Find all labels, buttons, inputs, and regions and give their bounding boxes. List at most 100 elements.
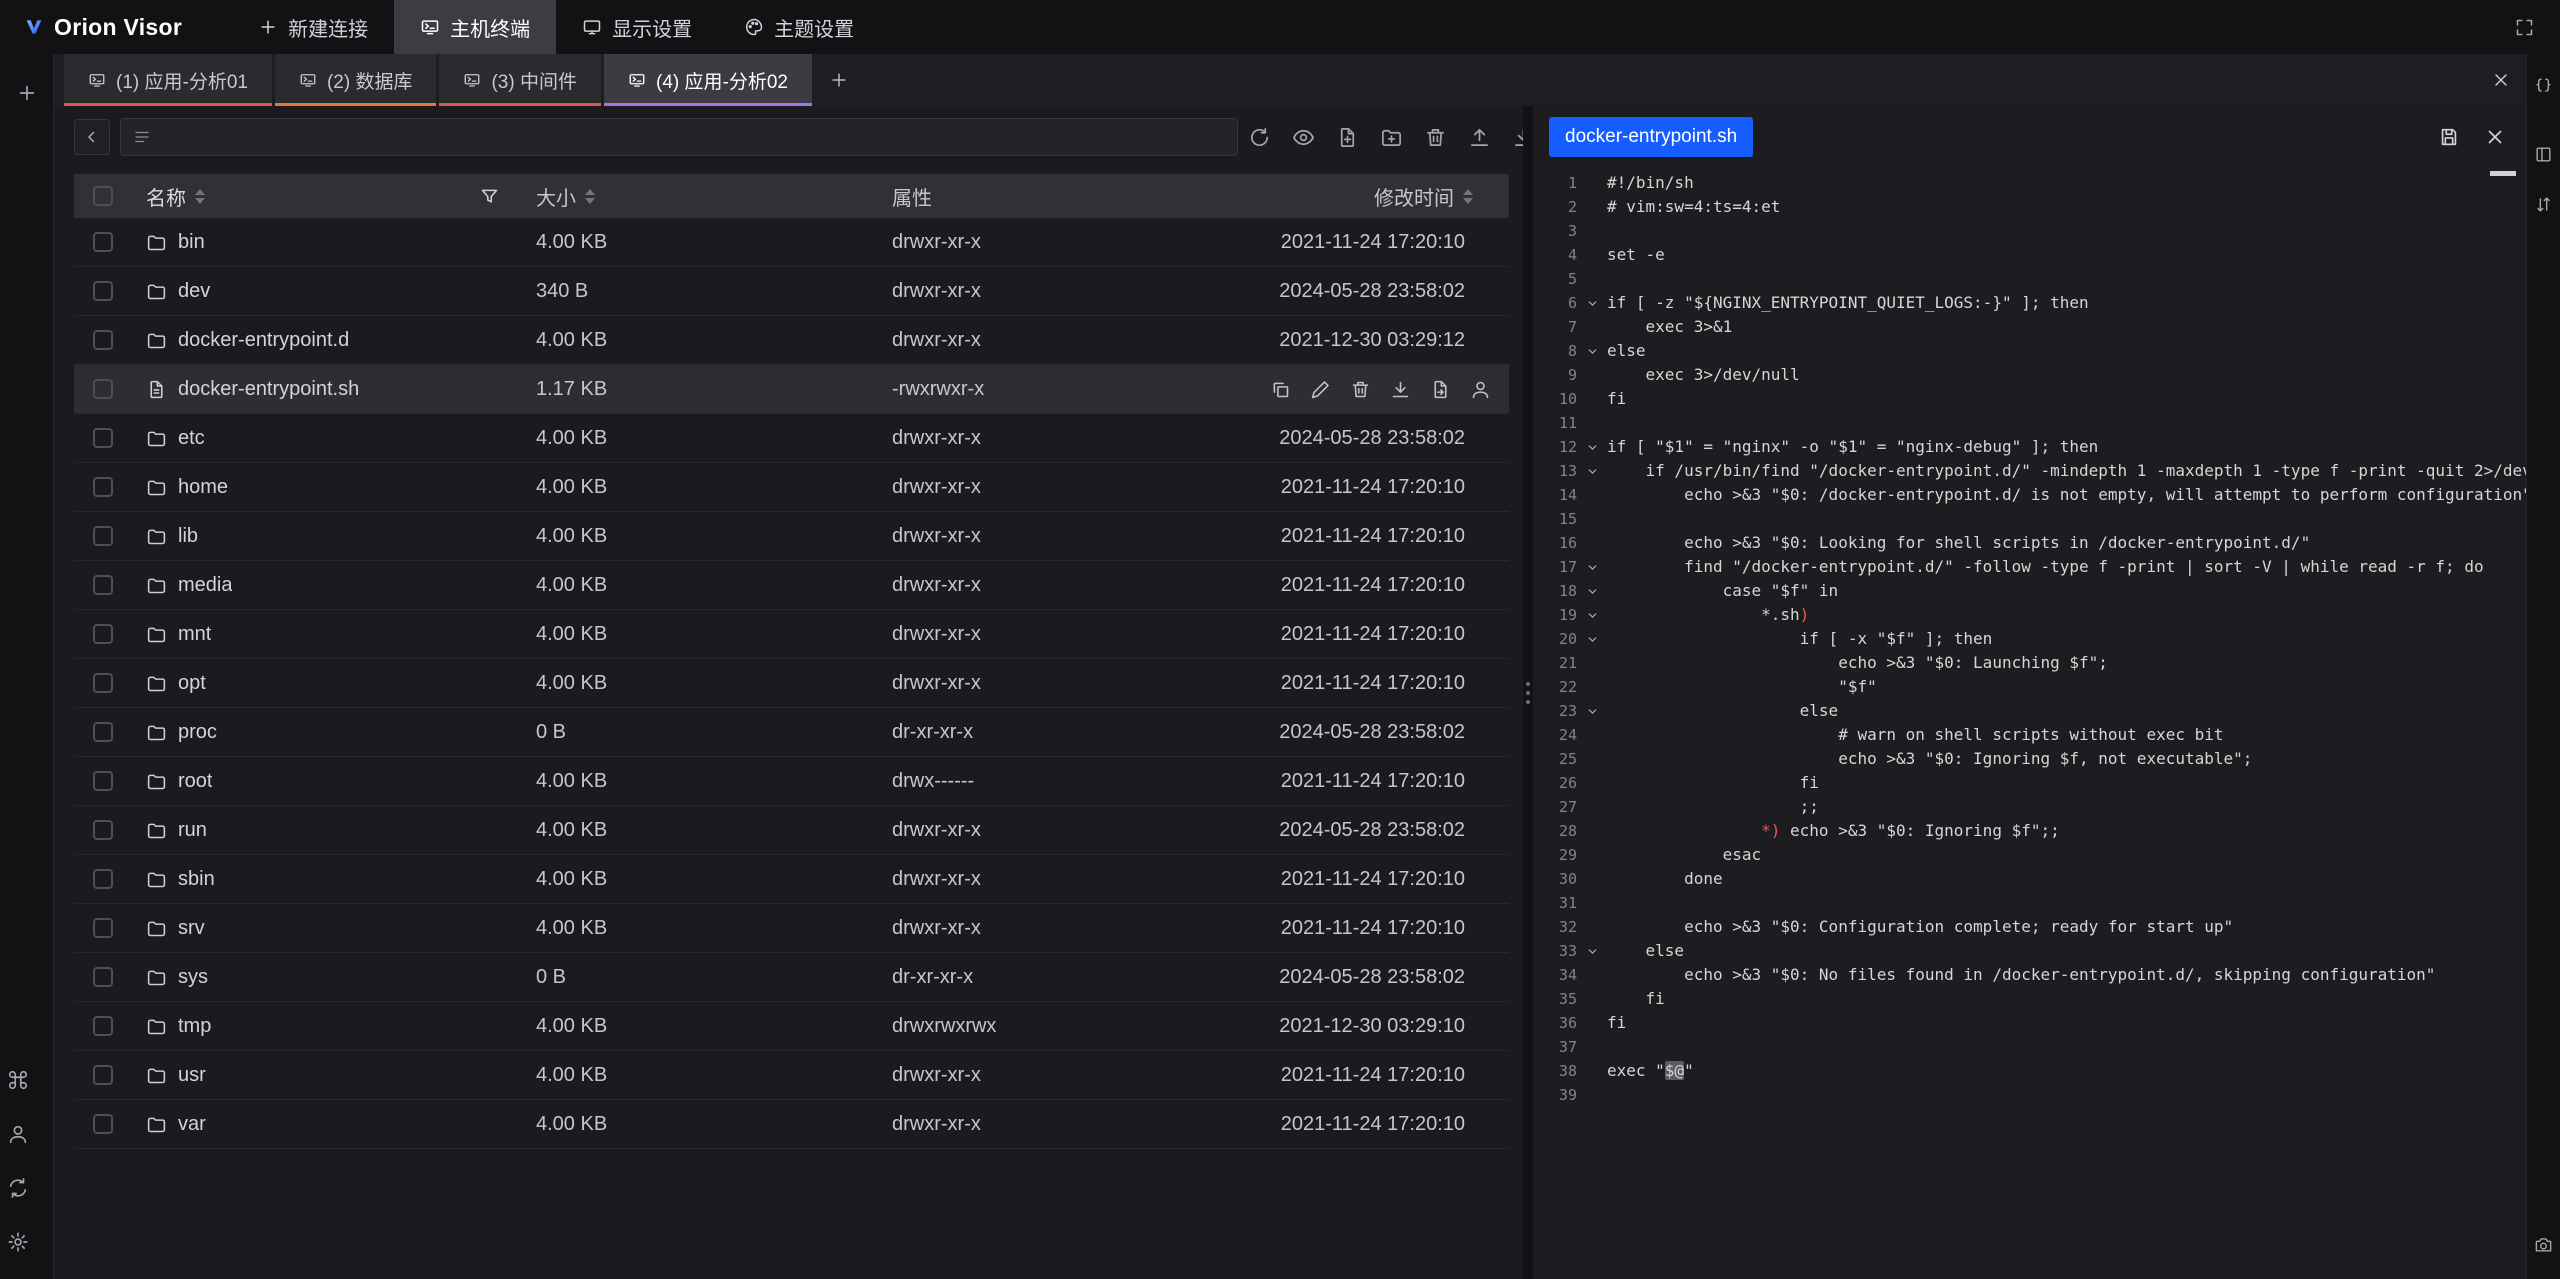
- code-line[interactable]: 27 ;;: [1533, 795, 2526, 819]
- new-folder-icon[interactable]: [1380, 126, 1403, 149]
- code-line[interactable]: 31: [1533, 891, 2526, 915]
- nav-item[interactable]: 显示设置: [556, 0, 718, 54]
- session-tab[interactable]: (2) 数据库: [275, 54, 437, 106]
- table-row[interactable]: sys0 Bdr-xr-xr-x2024-05-28 23:58:02: [74, 953, 1509, 1002]
- close-panel-icon[interactable]: [2476, 54, 2526, 106]
- file-name[interactable]: etc: [178, 427, 205, 450]
- add-tab-icon[interactable]: [815, 54, 863, 106]
- table-row[interactable]: dev340 Bdrwxr-xr-x2024-05-28 23:58:02: [74, 267, 1509, 316]
- upload-icon[interactable]: [1468, 126, 1491, 149]
- code-line[interactable]: 29 esac: [1533, 843, 2526, 867]
- file-name[interactable]: srv: [178, 917, 205, 940]
- row-delete-icon[interactable]: [1350, 379, 1371, 400]
- code-line[interactable]: 8else: [1533, 339, 2526, 363]
- settings-icon[interactable]: [0, 1224, 36, 1260]
- row-checkbox[interactable]: [93, 232, 113, 252]
- file-name[interactable]: home: [178, 476, 228, 499]
- code-line[interactable]: 1#!/bin/sh: [1533, 171, 2526, 195]
- row-checkbox[interactable]: [93, 1065, 113, 1085]
- fold-chevron-icon[interactable]: [1577, 939, 1607, 963]
- table-row[interactable]: srv4.00 KBdrwxr-xr-x2021-11-24 17:20:10: [74, 904, 1509, 953]
- code-line[interactable]: 20 if [ -x "$f" ]; then: [1533, 627, 2526, 651]
- row-checkbox[interactable]: [93, 379, 113, 399]
- row-download-icon[interactable]: [1390, 379, 1411, 400]
- new-connection-icon[interactable]: [9, 75, 45, 111]
- back-button[interactable]: [74, 119, 110, 155]
- table-row[interactable]: proc0 Bdr-xr-xr-x2024-05-28 23:58:02: [74, 708, 1509, 757]
- save-icon[interactable]: [2438, 126, 2460, 148]
- code-line[interactable]: 23 else: [1533, 699, 2526, 723]
- code-editor[interactable]: 1#!/bin/sh2# vim:sw=4:ts=4:et34set -e56i…: [1533, 168, 2526, 1279]
- table-row[interactable]: tmp4.00 KBdrwxrwxrwx2021-12-30 03:29:10: [74, 1002, 1509, 1051]
- code-line[interactable]: 24 # warn on shell scripts without exec …: [1533, 723, 2526, 747]
- fold-chevron-icon[interactable]: [1577, 435, 1607, 459]
- row-checkbox[interactable]: [93, 526, 113, 546]
- fold-chevron-icon[interactable]: [1577, 291, 1607, 315]
- fold-chevron-icon[interactable]: [1577, 339, 1607, 363]
- row-move-icon[interactable]: [1430, 379, 1451, 400]
- row-checkbox[interactable]: [93, 428, 113, 448]
- file-name[interactable]: root: [178, 770, 212, 793]
- code-line[interactable]: 13 if /usr/bin/find "/docker-entrypoint.…: [1533, 459, 2526, 483]
- file-name[interactable]: bin: [178, 231, 205, 254]
- file-name[interactable]: run: [178, 819, 207, 842]
- file-name[interactable]: sbin: [178, 868, 215, 891]
- code-line[interactable]: 19 *.sh): [1533, 603, 2526, 627]
- row-edit-icon[interactable]: [1310, 379, 1331, 400]
- file-name[interactable]: opt: [178, 672, 206, 695]
- file-name[interactable]: proc: [178, 721, 217, 744]
- row-checkbox[interactable]: [93, 281, 113, 301]
- code-line[interactable]: 30 done: [1533, 867, 2526, 891]
- brand[interactable]: Orion Visor: [0, 0, 212, 54]
- table-row[interactable]: run4.00 KBdrwxr-xr-x2024-05-28 23:58:02: [74, 806, 1509, 855]
- row-checkbox[interactable]: [93, 722, 113, 742]
- fold-chevron-icon[interactable]: [1577, 555, 1607, 579]
- code-line[interactable]: 36fi: [1533, 1011, 2526, 1035]
- table-row[interactable]: home4.00 KBdrwxr-xr-x2021-11-24 17:20:10: [74, 463, 1509, 512]
- panel-splitter[interactable]: [1523, 106, 1533, 1279]
- code-line[interactable]: 22 "$f": [1533, 675, 2526, 699]
- file-name[interactable]: tmp: [178, 1015, 211, 1038]
- code-line[interactable]: 3: [1533, 219, 2526, 243]
- fullscreen-icon[interactable]: [2506, 9, 2542, 45]
- file-name[interactable]: var: [178, 1113, 206, 1136]
- session-tab[interactable]: (1) 应用-分析01: [64, 54, 272, 106]
- code-line[interactable]: 35 fi: [1533, 987, 2526, 1011]
- table-row[interactable]: docker-entrypoint.sh1.17 KB-rwxrwxr-x: [74, 365, 1509, 414]
- file-name[interactable]: mnt: [178, 623, 211, 646]
- code-line[interactable]: 10fi: [1533, 387, 2526, 411]
- fold-chevron-icon[interactable]: [1577, 627, 1607, 651]
- code-line[interactable]: 2# vim:sw=4:ts=4:et: [1533, 195, 2526, 219]
- code-line[interactable]: 34 echo >&3 "$0: No files found in /dock…: [1533, 963, 2526, 987]
- row-checkbox[interactable]: [93, 967, 113, 987]
- code-line[interactable]: 16 echo >&3 "$0: Looking for shell scrip…: [1533, 531, 2526, 555]
- code-line[interactable]: 28 *) echo >&3 "$0: Ignoring $f";;: [1533, 819, 2526, 843]
- code-line[interactable]: 6if [ -z "${NGINX_ENTRYPOINT_QUIET_LOGS:…: [1533, 291, 2526, 315]
- code-line[interactable]: 38exec "$@": [1533, 1059, 2526, 1083]
- code-line[interactable]: 17 find "/docker-entrypoint.d/" -follow …: [1533, 555, 2526, 579]
- table-row[interactable]: etc4.00 KBdrwxr-xr-x2024-05-28 23:58:02: [74, 414, 1509, 463]
- shortcuts-icon[interactable]: [0, 1062, 36, 1098]
- swap-order-icon[interactable]: [2526, 186, 2560, 222]
- fold-chevron-icon[interactable]: [1577, 699, 1607, 723]
- table-row[interactable]: var4.00 KBdrwxr-xr-x2021-11-24 17:20:10: [74, 1100, 1509, 1149]
- file-name[interactable]: sys: [178, 966, 208, 989]
- code-line[interactable]: 21 echo >&3 "$0: Launching $f";: [1533, 651, 2526, 675]
- file-name[interactable]: docker-entrypoint.sh: [178, 378, 359, 401]
- row-copy-icon[interactable]: [1270, 379, 1291, 400]
- code-line[interactable]: 11: [1533, 411, 2526, 435]
- table-row[interactable]: lib4.00 KBdrwxr-xr-x2021-11-24 17:20:10: [74, 512, 1509, 561]
- code-line[interactable]: 33 else: [1533, 939, 2526, 963]
- sort-name-carets[interactable]: [195, 189, 205, 204]
- row-permission-icon[interactable]: [1470, 379, 1491, 400]
- sort-mtime-carets[interactable]: [1463, 189, 1473, 204]
- select-all-checkbox[interactable]: [93, 186, 113, 206]
- file-name[interactable]: dev: [178, 280, 210, 303]
- new-file-icon[interactable]: [1336, 126, 1359, 149]
- delete-icon[interactable]: [1424, 126, 1447, 149]
- fold-chevron-icon[interactable]: [1577, 459, 1607, 483]
- table-row[interactable]: mnt4.00 KBdrwxr-xr-x2021-11-24 17:20:10: [74, 610, 1509, 659]
- file-name[interactable]: lib: [178, 525, 198, 548]
- code-line[interactable]: 26 fi: [1533, 771, 2526, 795]
- code-line[interactable]: 7 exec 3>&1: [1533, 315, 2526, 339]
